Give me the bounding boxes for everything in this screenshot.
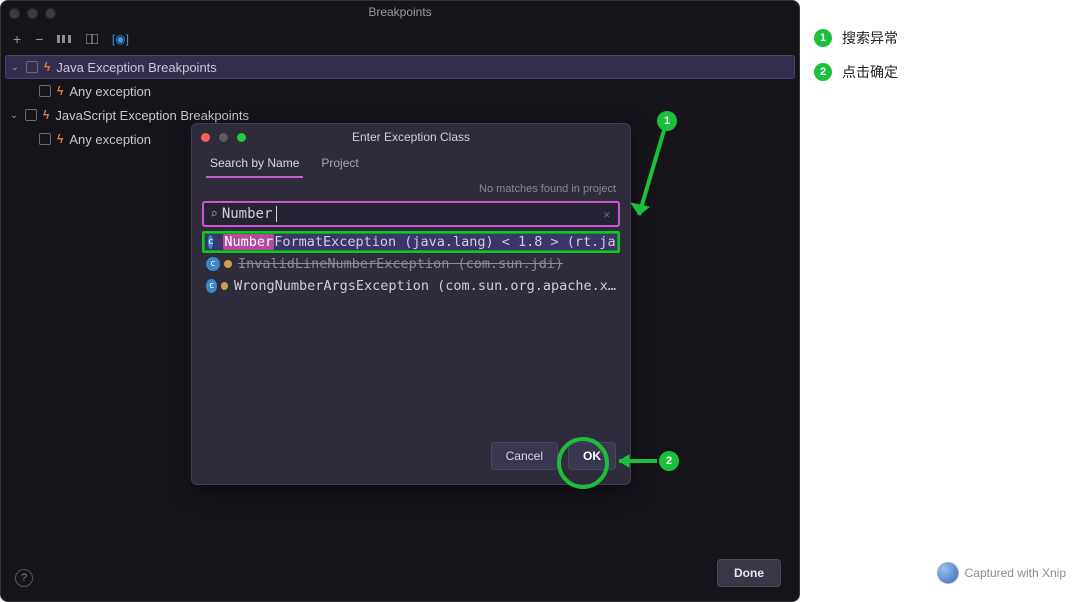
zoom-icon[interactable]: [45, 8, 56, 19]
watermark-text: Captured with Xnip: [965, 566, 1066, 580]
window-title: Breakpoints: [1, 5, 799, 19]
breakpoints-titlebar: Breakpoints: [1, 1, 799, 25]
legend-badge: 2: [814, 63, 832, 81]
minimize-icon[interactable]: [27, 8, 38, 19]
results-list: c NumberFormatException (java.lang) < 1.…: [202, 231, 620, 297]
breakpoints-window: Breakpoints + − [◉] ⌄ ϟ Java Exception B…: [0, 0, 800, 602]
group-icon[interactable]: [57, 33, 71, 45]
class-icon: c: [206, 257, 220, 271]
badge-icon: [224, 260, 232, 268]
minimize-icon[interactable]: [218, 132, 229, 143]
search-icon: ⌕: [210, 207, 218, 222]
cancel-button[interactable]: Cancel: [491, 442, 558, 470]
result-item[interactable]: c WrongNumberArgsException (com.sun.org.…: [202, 275, 620, 297]
checkbox[interactable]: [25, 109, 37, 121]
bolt-icon: ϟ: [57, 84, 63, 98]
watermark-logo-icon: [937, 562, 959, 584]
caret-icon: [276, 206, 277, 222]
legend-text: 点击确定: [842, 62, 898, 82]
modal-tabs: Search by Name Project: [192, 150, 630, 179]
legend-item-1: 1 搜索异常: [814, 28, 1066, 48]
checkbox[interactable]: [39, 133, 51, 145]
chevron-down-icon[interactable]: ⌄: [9, 110, 19, 121]
result-text: NumberFormatException (java.lang) < 1.8 …: [223, 234, 620, 250]
modal-button-row: Cancel OK: [192, 432, 630, 484]
result-item-selected[interactable]: c NumberFormatException (java.lang) < 1.…: [202, 231, 620, 253]
annotation-arrow-2: [609, 453, 659, 469]
add-breakpoint-button[interactable]: +: [13, 31, 21, 47]
help-button[interactable]: ?: [15, 569, 33, 587]
done-button[interactable]: Done: [717, 559, 781, 587]
chevron-down-icon[interactable]: ⌄: [10, 62, 20, 73]
breakpoints-toolbar: + − [◉]: [1, 25, 799, 53]
annotation-legend: 1 搜索异常 2 点击确定 Captured with Xnip: [800, 0, 1080, 602]
annotation-badge-2: 2: [659, 451, 679, 471]
bolt-icon: ϟ: [57, 132, 63, 146]
window-controls[interactable]: [9, 8, 56, 19]
tree-label: Any exception: [69, 132, 151, 147]
legend-badge: 1: [814, 29, 832, 47]
badge-icon: [221, 282, 228, 290]
tree-item-any-exception[interactable]: ϟ Any exception: [5, 79, 795, 103]
annotation-arrow-1: [631, 127, 671, 223]
class-icon: c: [206, 279, 217, 293]
tab-search-by-name[interactable]: Search by Name: [206, 152, 303, 178]
tree-label: JavaScript Exception Breakpoints: [55, 108, 249, 123]
watermark: Captured with Xnip: [937, 562, 1066, 584]
view-icon[interactable]: [85, 33, 99, 45]
exception-search-field[interactable]: ⌕ Number ✕: [202, 201, 620, 227]
result-text: InvalidLineNumberException (com.sun.jdi): [238, 256, 563, 272]
tree-group-java-exception[interactable]: ⌄ ϟ Java Exception Breakpoints: [5, 55, 795, 79]
remove-breakpoint-button[interactable]: −: [35, 31, 43, 47]
close-icon[interactable]: [200, 132, 211, 143]
legend-item-2: 2 点击确定: [814, 62, 1066, 82]
legend-text: 搜索异常: [842, 28, 898, 48]
enter-exception-class-dialog: Enter Exception Class Search by Name Pro…: [191, 123, 631, 485]
class-icon: c: [208, 235, 213, 249]
checkbox[interactable]: [26, 61, 38, 73]
tree-label: Java Exception Breakpoints: [56, 60, 216, 75]
checkbox[interactable]: [39, 85, 51, 97]
tree-label: Any exception: [69, 84, 151, 99]
bolt-icon: ϟ: [43, 108, 49, 122]
no-matches-text: No matches found in project: [192, 179, 630, 197]
modal-title: Enter Exception Class: [192, 130, 630, 144]
result-text: WrongNumberArgsException (com.sun.org.ap…: [234, 278, 616, 294]
tab-project[interactable]: Project: [317, 152, 362, 178]
zoom-icon[interactable]: [236, 132, 247, 143]
close-icon[interactable]: [9, 8, 20, 19]
result-item[interactable]: c InvalidLineNumberException (com.sun.jd…: [202, 253, 620, 275]
search-query-text: Number: [222, 206, 273, 222]
modal-window-controls[interactable]: [200, 132, 247, 143]
bolt-icon: ϟ: [44, 60, 50, 74]
annotation-badge-1: 1: [657, 111, 677, 131]
clear-icon[interactable]: ✕: [603, 208, 610, 221]
filter-icon[interactable]: [◉]: [113, 33, 127, 45]
modal-titlebar: Enter Exception Class: [192, 124, 630, 150]
